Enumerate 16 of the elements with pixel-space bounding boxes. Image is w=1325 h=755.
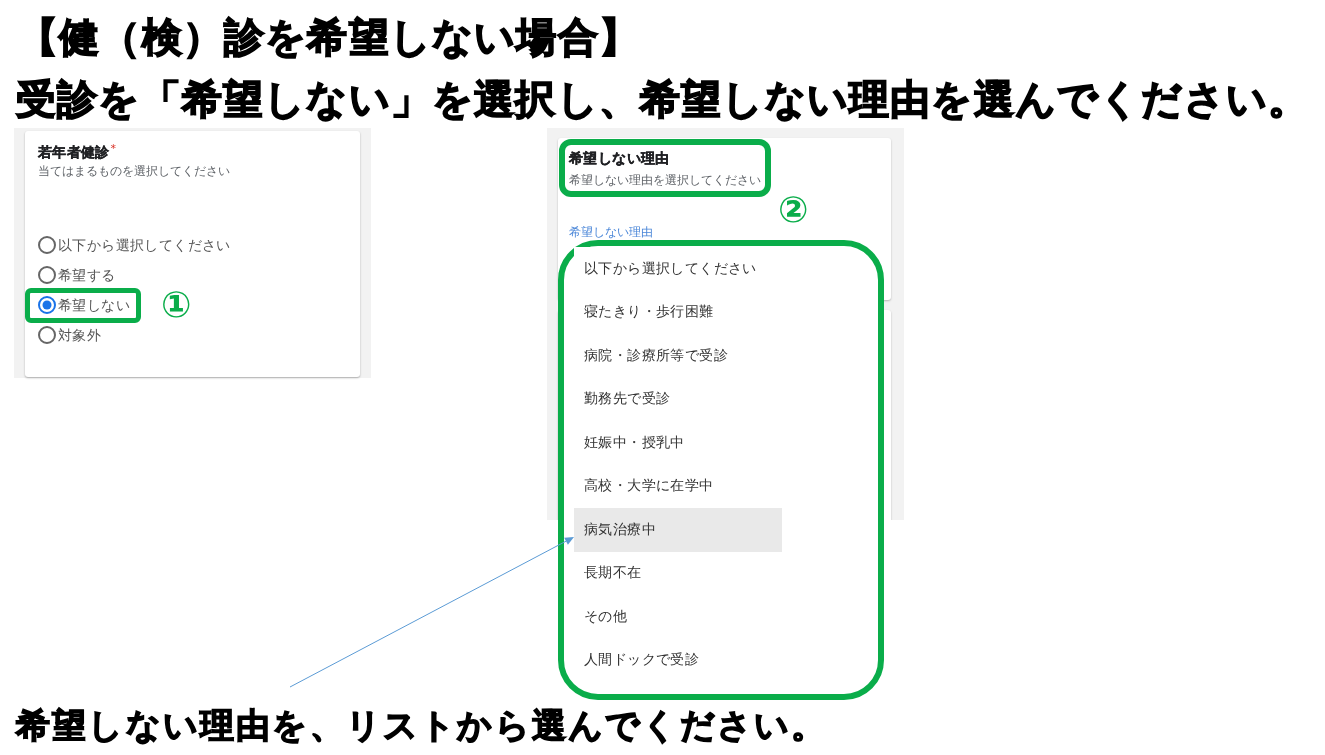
step-number: ① [161,287,192,323]
card-title: 若年者健診 [38,143,110,161]
field-label: 希望しない理由 [569,226,653,239]
step-number: ② [778,192,809,228]
highlighted-radio-option[interactable]: 希望しない [25,287,141,323]
radio-option[interactable]: 希望する [25,260,122,290]
dropdown-option[interactable]: 病気治療中 [574,508,782,552]
hint-text: 希望しない理由を選択してください [569,173,761,187]
card-title: 希望しない理由 [569,150,670,166]
hint-text: 当てはまるものを選択してください [38,164,230,178]
caption-text: 希望しない理由を、リストから選んでください。 [16,705,828,745]
radio-option[interactable]: 対象外 [25,320,108,350]
instruction-text: 受診を「希望しない」を選択し、希望しない理由を選んでください。 [16,77,1310,121]
radio-option[interactable]: 以下から選択してください [25,230,237,260]
slide-title: 【健（検）診を希望しない場合】 [18,15,640,59]
required-mark: * [110,143,116,155]
